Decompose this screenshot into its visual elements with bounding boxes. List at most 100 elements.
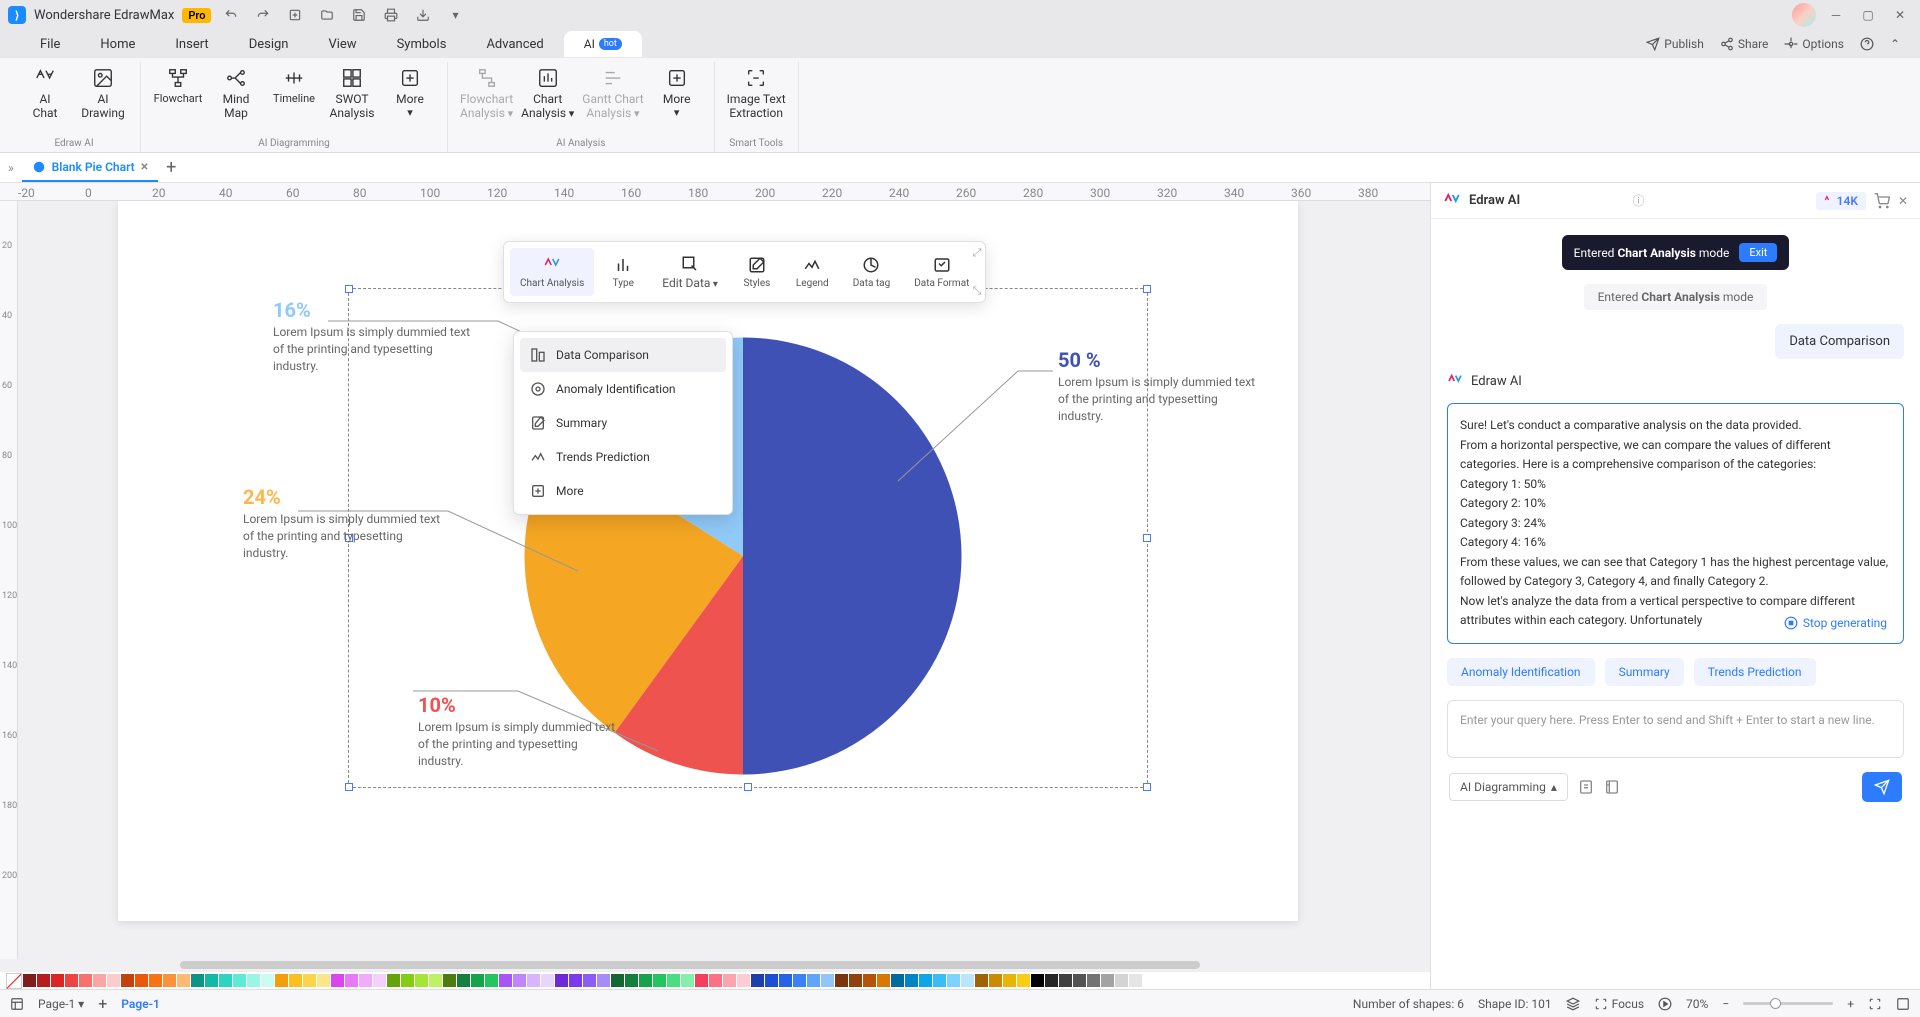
color-swatch[interactable] <box>863 974 876 987</box>
resize-handle[interactable] <box>1143 285 1151 293</box>
color-swatch[interactable] <box>499 974 512 987</box>
color-swatch[interactable] <box>975 974 988 987</box>
image-text-extraction-button[interactable]: Image TextExtraction <box>727 66 786 121</box>
color-swatch[interactable] <box>681 974 694 987</box>
maximize-icon[interactable]: ▢ <box>1856 3 1880 27</box>
color-swatch[interactable] <box>359 974 372 987</box>
color-swatch[interactable] <box>387 974 400 987</box>
ai-drawing-button[interactable]: AIDrawing <box>78 66 128 121</box>
color-swatch[interactable] <box>177 974 190 987</box>
chart-analysis-button[interactable]: ChartAnalysis ▾ <box>521 66 574 121</box>
color-swatch[interactable] <box>779 974 792 987</box>
template-icon[interactable] <box>1604 779 1620 795</box>
analysis-more-button[interactable]: More▾ <box>652 66 702 120</box>
flowchart-button[interactable]: Flowchart <box>153 66 203 105</box>
ft-chart-analysis[interactable]: Chart Analysis <box>510 248 594 296</box>
color-swatch[interactable] <box>457 974 470 987</box>
expand-icon[interactable]: ⤡ <box>973 284 982 298</box>
minimize-icon[interactable]: ─ <box>1824 3 1848 27</box>
send-button[interactable] <box>1862 772 1902 802</box>
menu-ai[interactable]: AIhot <box>564 31 642 57</box>
help-icon[interactable]: ⓘ <box>1632 192 1644 209</box>
dd-trends[interactable]: Trends Prediction <box>520 440 726 474</box>
ft-legend[interactable]: Legend <box>786 248 839 296</box>
color-swatch[interactable] <box>849 974 862 987</box>
color-swatch[interactable] <box>289 974 302 987</box>
ft-edit-data[interactable]: Edit Data ▾ <box>652 248 728 296</box>
color-swatch[interactable] <box>401 974 414 987</box>
color-swatch[interactable] <box>471 974 484 987</box>
color-swatch[interactable] <box>233 974 246 987</box>
undo-icon[interactable] <box>219 3 243 27</box>
color-swatch[interactable] <box>919 974 932 987</box>
ft-styles[interactable]: Styles <box>732 248 782 296</box>
color-swatch[interactable] <box>527 974 540 987</box>
color-swatch[interactable] <box>821 974 834 987</box>
help-icon[interactable] <box>1860 37 1874 51</box>
redo-icon[interactable] <box>251 3 275 27</box>
color-swatch[interactable] <box>275 974 288 987</box>
menu-view[interactable]: View <box>308 31 376 58</box>
menu-symbols[interactable]: Symbols <box>377 31 467 58</box>
options-button[interactable]: Options <box>1784 37 1844 51</box>
ft-data-tag[interactable]: Data tag <box>843 248 901 296</box>
document-tab[interactable]: Blank Pie Chart × <box>22 153 159 182</box>
color-swatch[interactable] <box>1073 974 1086 987</box>
zoom-out-icon[interactable]: − <box>1722 997 1729 1011</box>
focus-button[interactable]: Focus <box>1594 997 1644 1011</box>
cart-icon[interactable] <box>1874 193 1890 209</box>
chip-anomaly[interactable]: Anomaly Identification <box>1447 658 1595 686</box>
color-swatch[interactable] <box>345 974 358 987</box>
publish-button[interactable]: Publish <box>1646 37 1704 51</box>
color-swatch[interactable] <box>877 974 890 987</box>
color-swatch[interactable] <box>961 974 974 987</box>
swot-button[interactable]: SWOTAnalysis <box>327 66 377 121</box>
color-swatch[interactable] <box>93 974 106 987</box>
color-swatch[interactable] <box>163 974 176 987</box>
tab-close-icon[interactable]: × <box>141 159 148 175</box>
color-swatch[interactable] <box>1129 974 1142 987</box>
color-swatch[interactable] <box>205 974 218 987</box>
color-swatch[interactable] <box>1115 974 1128 987</box>
fit-icon[interactable] <box>1868 997 1882 1011</box>
export-icon[interactable] <box>411 3 435 27</box>
color-swatch[interactable] <box>135 974 148 987</box>
ai-mode-selector[interactable]: AI Diagramming ▴ <box>1449 773 1568 801</box>
color-swatch[interactable] <box>1045 974 1058 987</box>
page-tab[interactable]: Page-1 <box>121 997 160 1011</box>
color-swatch[interactable] <box>261 974 274 987</box>
resize-handle[interactable] <box>345 783 353 791</box>
color-swatch[interactable] <box>667 974 680 987</box>
color-swatch[interactable] <box>555 974 568 987</box>
color-swatch[interactable] <box>149 974 162 987</box>
color-swatch[interactable] <box>1031 974 1044 987</box>
dd-more[interactable]: More <box>520 474 726 508</box>
stop-generating-button[interactable]: Stop generating <box>1778 611 1893 635</box>
color-swatch[interactable] <box>191 974 204 987</box>
color-swatch[interactable] <box>583 974 596 987</box>
color-swatch[interactable] <box>1059 974 1072 987</box>
color-swatch[interactable] <box>639 974 652 987</box>
menu-insert[interactable]: Insert <box>155 31 228 58</box>
color-swatch[interactable] <box>1017 974 1030 987</box>
color-swatch[interactable] <box>331 974 344 987</box>
print-icon[interactable] <box>379 3 403 27</box>
ft-type[interactable]: Type <box>598 248 648 296</box>
color-swatch[interactable] <box>541 974 554 987</box>
color-swatch[interactable] <box>317 974 330 987</box>
color-swatch[interactable] <box>653 974 666 987</box>
pages-icon[interactable] <box>10 997 24 1011</box>
zoom-level[interactable]: 70% <box>1686 997 1708 1011</box>
presentation-icon[interactable] <box>1658 997 1672 1011</box>
color-swatch[interactable] <box>695 974 708 987</box>
color-swatch[interactable] <box>597 974 610 987</box>
color-swatch[interactable] <box>65 974 78 987</box>
ai-chat-button[interactable]: AIChat <box>20 66 70 121</box>
color-swatch[interactable] <box>709 974 722 987</box>
tabs-chevron-icon[interactable]: » <box>8 161 14 175</box>
color-swatch[interactable] <box>891 974 904 987</box>
pin-icon[interactable]: ⤢ <box>973 246 982 260</box>
share-button[interactable]: Share <box>1720 37 1769 51</box>
color-swatch[interactable] <box>989 974 1002 987</box>
color-swatch[interactable] <box>751 974 764 987</box>
